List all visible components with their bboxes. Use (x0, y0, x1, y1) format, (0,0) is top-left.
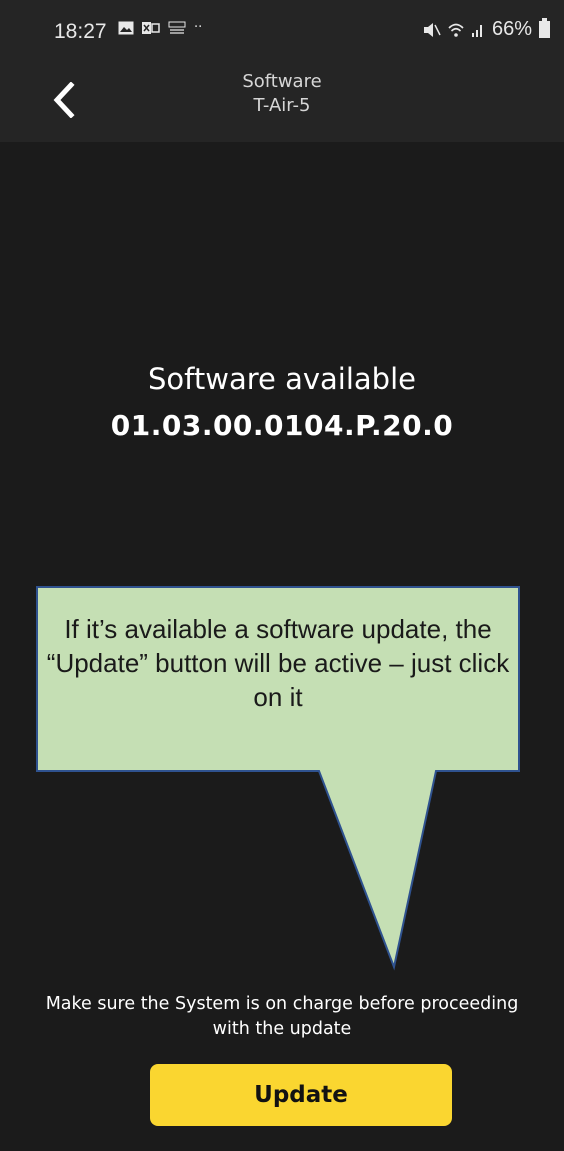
status-time: 18:27 (54, 20, 107, 43)
status-bar: 18:27 ·· 66% (0, 0, 564, 62)
status-icons-right: 66% (423, 18, 550, 41)
status-icons-left: ·· (118, 20, 202, 35)
gallery-icon (118, 21, 134, 34)
charge-warning-text: Make sure the System is on charge before… (45, 994, 519, 1039)
battery-percentage: 66% (491, 18, 532, 40)
wifi-icon (448, 23, 464, 37)
tech-icon (168, 21, 186, 34)
mute-icon (423, 22, 441, 37)
header-bar: Software T-Air-5 (0, 62, 564, 142)
notification-icon (142, 21, 160, 34)
update-button[interactable]: Update (150, 1064, 452, 1126)
header-title-block: Software T-Air-5 (0, 70, 564, 118)
app-screen: 18:27 ·· 66% Software T-Air-5 Software a… (0, 0, 564, 1151)
signal-icon (471, 24, 482, 37)
callout-text: If it’s available a software update, the… (46, 614, 510, 712)
more-dots-icon: ·· (194, 20, 203, 35)
battery-icon (539, 18, 550, 38)
software-available-label: Software available (148, 362, 416, 396)
page-title: Software (242, 71, 322, 92)
device-name: T-Air-5 (253, 95, 311, 116)
software-version: 01.03.00.0104.P.20.0 (110, 409, 454, 442)
